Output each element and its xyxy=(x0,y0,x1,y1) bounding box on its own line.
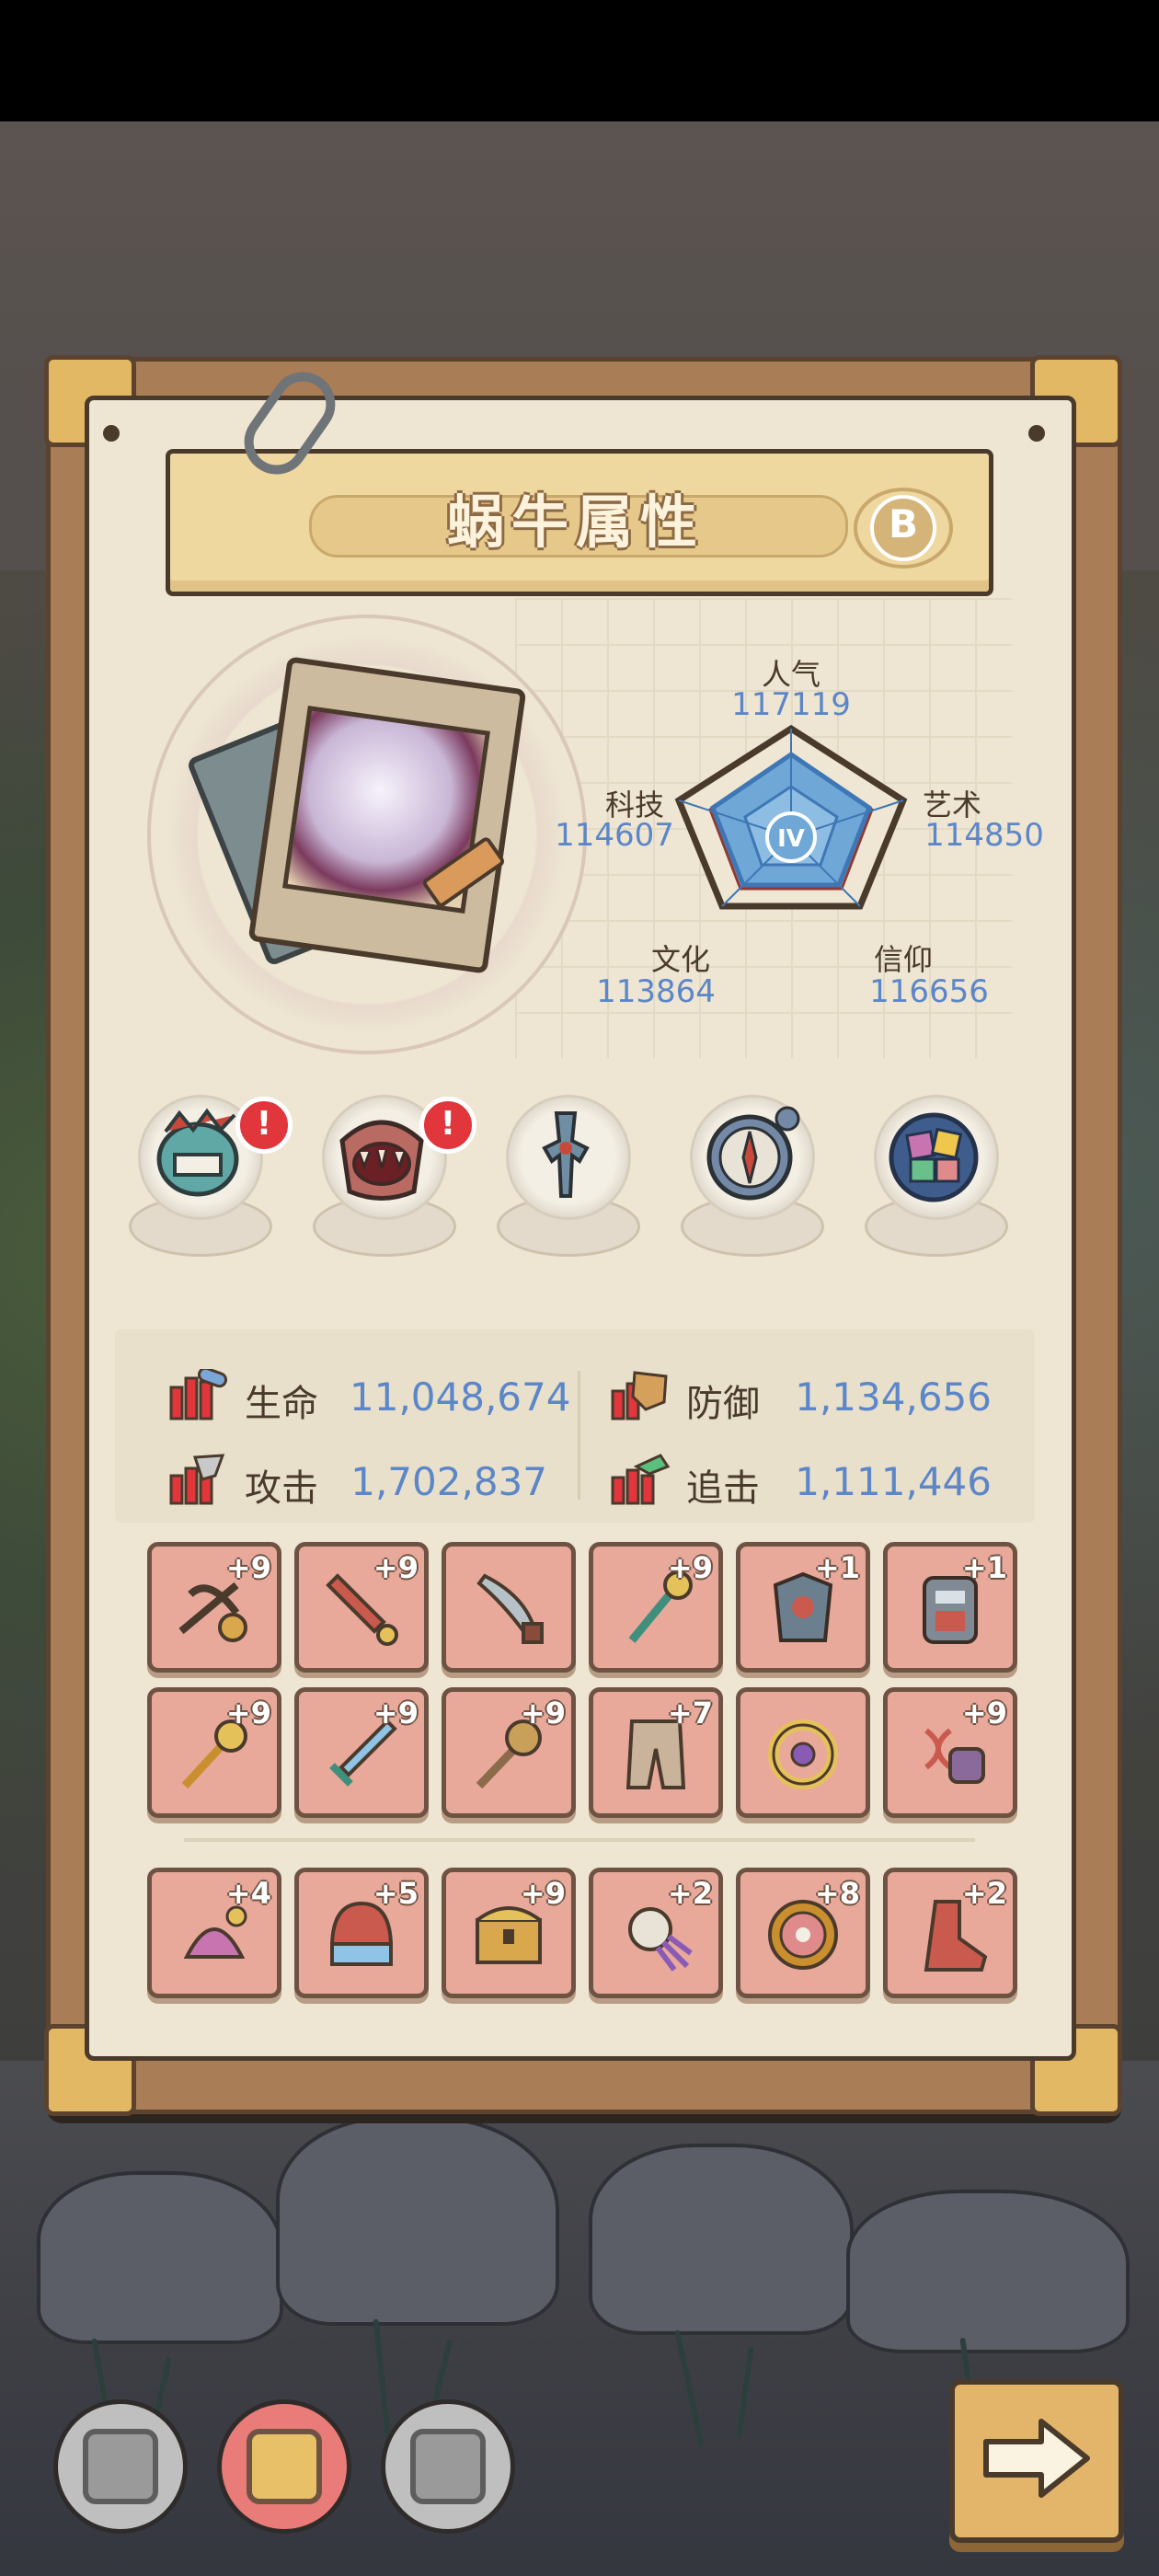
item-level: +5 xyxy=(373,1876,419,1911)
radar-value-art: 114850 xyxy=(924,817,1044,854)
stat-value-chase: 1,111,446 xyxy=(795,1459,992,1504)
pin xyxy=(103,425,120,442)
grid-divider xyxy=(184,1838,975,1842)
stat-value-health: 11,048,674 xyxy=(350,1374,571,1420)
stat-value-attack: 1,702,837 xyxy=(350,1459,547,1504)
alert-badge: ! xyxy=(419,1097,476,1154)
equipment-slot[interactable] xyxy=(497,1095,640,1270)
item-slot[interactable]: +9 xyxy=(294,1687,429,1818)
item-level: +9 xyxy=(520,1696,566,1731)
item-slot[interactable]: +9 xyxy=(442,1687,576,1818)
item-slot[interactable]: +9 xyxy=(442,1868,576,1998)
stats-divider xyxy=(578,1371,580,1500)
ring-icon xyxy=(768,1719,838,1789)
equipment-slot[interactable] xyxy=(681,1095,824,1270)
face-icon xyxy=(83,2429,158,2504)
item-level: +1 xyxy=(814,1550,860,1585)
item-slot[interactable] xyxy=(442,1542,576,1673)
nav-face-button[interactable] xyxy=(53,2399,188,2534)
next-button[interactable] xyxy=(949,2379,1124,2543)
equipment-slot[interactable]: ! xyxy=(313,1095,476,1270)
item-slot[interactable]: +9 xyxy=(883,1687,1017,1818)
item-level: +9 xyxy=(373,1550,419,1585)
arrow-right-icon xyxy=(983,2419,1090,2498)
nav-mask-button[interactable] xyxy=(217,2399,351,2534)
background-top xyxy=(0,121,1159,397)
chase-icon xyxy=(611,1454,671,1505)
item-slot[interactable]: +9 xyxy=(294,1542,429,1673)
dagger-icon xyxy=(476,1573,544,1644)
item-level: +9 xyxy=(373,1696,419,1731)
spiked-fish-mask-icon xyxy=(156,1108,239,1197)
radar-value-culture: 113864 xyxy=(596,973,716,1010)
item-level: +9 xyxy=(225,1550,271,1585)
item-slot[interactable]: +2 xyxy=(589,1868,723,1998)
item-slot[interactable]: +9 xyxy=(147,1687,281,1818)
item-slot[interactable]: +9 xyxy=(589,1542,723,1673)
brain-icon xyxy=(410,2429,486,2504)
stat-label-attack: 攻击 xyxy=(245,1467,318,1510)
item-slot[interactable]: +1 xyxy=(736,1542,870,1673)
status-bar xyxy=(0,0,1159,121)
page-title: 蜗牛属性 xyxy=(446,489,705,556)
nav-brain-button[interactable] xyxy=(381,2399,515,2534)
item-level: +4 xyxy=(225,1876,271,1911)
item-slot[interactable]: +4 xyxy=(147,1868,281,1998)
item-level: +1 xyxy=(961,1550,1007,1585)
radar-value-faith: 116656 xyxy=(869,973,989,1010)
fanged-mouth-mask-icon xyxy=(339,1120,424,1201)
item-level: +9 xyxy=(520,1876,566,1911)
item-level: +2 xyxy=(667,1876,713,1911)
item-slot[interactable]: +7 xyxy=(589,1687,723,1818)
equipment-slot[interactable] xyxy=(865,1095,1008,1270)
radar-value-popularity: 117119 xyxy=(731,686,851,723)
stat-label-health: 生命 xyxy=(245,1383,318,1425)
stat-label-defense: 防御 xyxy=(686,1383,760,1425)
item-slot[interactable]: +1 xyxy=(883,1542,1017,1673)
grade-badge[interactable]: B xyxy=(854,488,953,569)
item-level: +9 xyxy=(225,1696,271,1731)
item-level: +7 xyxy=(667,1696,713,1731)
compass-relic-icon xyxy=(706,1106,800,1201)
attribute-radar: IV xyxy=(674,724,908,910)
stat-label-chase: 追击 xyxy=(686,1467,760,1510)
radar-level-badge: IV xyxy=(777,825,805,853)
grade-letter: B xyxy=(870,495,936,561)
item-level: +9 xyxy=(667,1550,713,1585)
gem-plate-relic-icon xyxy=(889,1112,979,1202)
equipment-slot[interactable]: ! xyxy=(129,1095,293,1270)
item-level: +2 xyxy=(961,1876,1007,1911)
health-icon xyxy=(169,1369,228,1420)
blue-sword-relic-icon xyxy=(542,1111,590,1198)
stat-value-defense: 1,134,656 xyxy=(795,1374,992,1420)
item-slot[interactable]: +9 xyxy=(147,1542,281,1673)
item-level: +8 xyxy=(814,1876,860,1911)
defense-icon xyxy=(611,1371,668,1420)
mask-icon xyxy=(247,2429,322,2504)
alert-badge: ! xyxy=(235,1097,293,1154)
radar-value-tech: 114607 xyxy=(555,817,674,854)
item-slot[interactable]: +5 xyxy=(294,1868,429,1998)
item-slot[interactable]: +2 xyxy=(883,1868,1017,1998)
pin xyxy=(1028,425,1045,442)
item-slot[interactable] xyxy=(736,1687,870,1818)
attack-icon xyxy=(169,1454,225,1505)
item-level: +9 xyxy=(961,1696,1007,1731)
item-slot[interactable]: +8 xyxy=(736,1868,870,1998)
